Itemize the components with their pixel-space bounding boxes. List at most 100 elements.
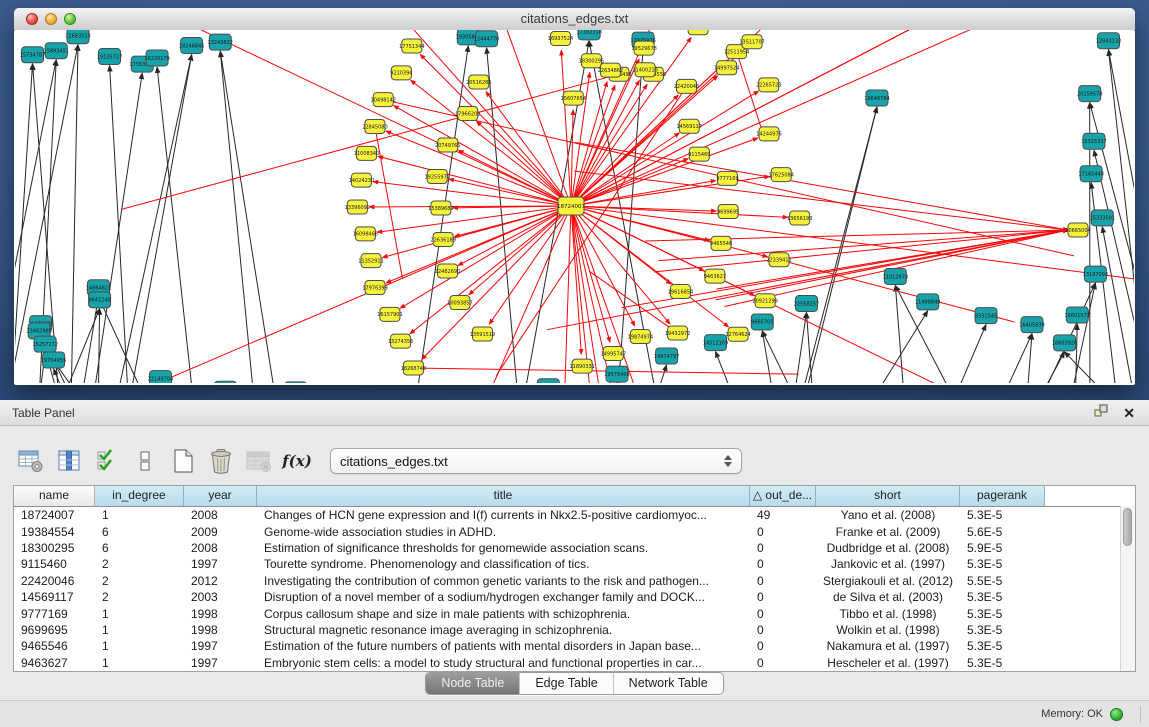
cell-title: Embryonic stem cells: a model to study s… — [257, 656, 750, 670]
svg-text:13656193: 13656193 — [787, 216, 812, 222]
table-row[interactable]: 1938455462009Genome-wide association stu… — [14, 523, 1135, 539]
table-row[interactable]: 911546021997Tourette syndrome. Phenomeno… — [14, 556, 1135, 572]
column-header-title[interactable]: title — [257, 486, 750, 506]
svg-text:11012878: 11012878 — [883, 274, 908, 280]
svg-text:13396092: 13396092 — [345, 205, 370, 211]
svg-text:22636189: 22636189 — [430, 237, 455, 243]
svg-text:16937524: 16937524 — [548, 36, 573, 42]
citation-network-graph[interactable]: 1573478715893451116835131913572717553959… — [15, 30, 1134, 383]
window-close-button[interactable] — [26, 13, 38, 25]
cell-name: 9463627 — [14, 656, 95, 670]
memory-ok-indicator — [1110, 708, 1123, 721]
cell-short: Tibbo et al. (1998) — [816, 607, 960, 621]
cell-out_degree: 0 — [750, 525, 816, 539]
cell-in_degree: 1 — [95, 607, 184, 621]
row-height-icon[interactable] — [130, 446, 160, 476]
svg-text:17625084: 17625084 — [768, 172, 793, 178]
svg-text:22420046: 22420046 — [674, 84, 699, 90]
column-header-year[interactable]: year — [184, 486, 257, 506]
svg-text:14664821: 14664821 — [86, 286, 111, 292]
cell-year: 2008 — [184, 508, 257, 522]
svg-text:11008340: 11008340 — [354, 151, 379, 157]
function-builder-icon[interactable]: f(x) — [282, 446, 312, 476]
network-view-desktop: citations_edges.txt 15734787158934511168… — [0, 0, 1149, 400]
cell-title: Changes of HCN gene expression and I(f) … — [257, 508, 750, 522]
svg-text:22634862: 22634862 — [598, 68, 623, 74]
table-row[interactable]: 946554611997Estimation of the future num… — [14, 638, 1135, 654]
table-row[interactable]: 1872400712008Changes of HCN gene express… — [14, 507, 1135, 523]
table-scrollbar[interactable] — [1120, 506, 1135, 671]
table-row[interactable]: 1456911722003Disruption of a novel membe… — [14, 589, 1135, 605]
svg-text:18724007: 18724007 — [557, 204, 585, 210]
column-header-out_degree[interactable]: △ out_de... — [750, 486, 816, 506]
svg-text:19529678: 19529678 — [631, 46, 656, 52]
table-row[interactable]: 977716911998Corpus callosum shape and si… — [14, 605, 1135, 621]
table-settings-icon[interactable] — [16, 446, 46, 476]
svg-text:20921299: 20921299 — [752, 298, 777, 304]
window-title: citations_edges.txt — [14, 8, 1135, 30]
svg-text:18246845: 18246845 — [179, 43, 204, 49]
table-panel-header: Table Panel ✕ — [0, 400, 1149, 426]
cell-year: 1998 — [184, 623, 257, 637]
table-row[interactable]: 946362711997Embryonic stem cells: a mode… — [14, 655, 1135, 671]
column-header-short[interactable]: short — [816, 486, 960, 506]
network-window[interactable]: citations_edges.txt 15734787158934511168… — [14, 8, 1135, 385]
tab-network-table[interactable]: Network Table — [613, 673, 723, 694]
network-canvas[interactable]: 1573478715893451116835131913572717553959… — [15, 30, 1134, 383]
svg-text:21400218: 21400218 — [632, 68, 657, 74]
cell-pagerank: 5.3E-5 — [960, 557, 1045, 571]
cell-in_degree: 1 — [95, 623, 184, 637]
table-row[interactable]: 1830029562008Estimation of significance … — [14, 540, 1135, 556]
window-minimize-button[interactable] — [45, 13, 57, 25]
float-panel-icon[interactable] — [1094, 400, 1109, 426]
svg-text:15389689: 15389689 — [428, 206, 453, 212]
table-row[interactable]: 969969511998Structural magnetic resonanc… — [14, 622, 1135, 638]
cell-pagerank: 5.3E-5 — [960, 590, 1045, 604]
table-selector-dropdown[interactable]: citations_edges.txt — [330, 448, 742, 474]
cell-short: de Silva et al. (2003) — [816, 590, 960, 604]
cell-pagerank: 5.6E-5 — [960, 525, 1045, 539]
svg-text:19874974: 19874974 — [628, 334, 653, 340]
cell-name: 9465546 — [14, 639, 95, 653]
svg-text:16157901: 16157901 — [377, 312, 402, 318]
column-header-name[interactable]: name — [14, 486, 95, 506]
cell-name: 18724007 — [14, 508, 95, 522]
cell-year: 1997 — [184, 656, 257, 670]
svg-text:22149704: 22149704 — [148, 376, 173, 382]
svg-text:10498142: 10498142 — [371, 97, 396, 103]
svg-text:12764624: 12764624 — [725, 332, 750, 338]
cell-in_degree: 1 — [95, 508, 184, 522]
tab-edge-table[interactable]: Edge Table — [519, 673, 612, 694]
svg-text:19255970: 19255970 — [425, 174, 450, 180]
scrollbar-thumb[interactable] — [1123, 508, 1132, 546]
column-header-pagerank[interactable]: pagerank — [960, 486, 1045, 506]
status-bar: Memory: OK — [0, 700, 1149, 727]
select-rows-icon[interactable] — [92, 446, 122, 476]
svg-text:22482690: 22482690 — [435, 269, 460, 275]
cell-in_degree: 1 — [95, 656, 184, 670]
cell-out_degree: 0 — [750, 574, 816, 588]
cell-pagerank: 5.9E-5 — [960, 541, 1045, 555]
cell-out_degree: 0 — [750, 541, 816, 555]
svg-text:12444770: 12444770 — [474, 37, 499, 43]
svg-text:10093857: 10093857 — [447, 300, 472, 306]
table-body: 1872400712008Changes of HCN gene express… — [14, 507, 1135, 671]
svg-text:18268748: 18268748 — [401, 366, 426, 372]
window-zoom-button[interactable] — [64, 13, 76, 25]
window-titlebar[interactable]: citations_edges.txt — [14, 8, 1135, 31]
svg-text:17165448: 17165448 — [1078, 172, 1103, 178]
table-row[interactable]: 2242004622012Investigating the contribut… — [14, 573, 1135, 589]
svg-text:13591519: 13591519 — [470, 332, 495, 338]
column-header-in_degree[interactable]: in_degree — [95, 486, 184, 506]
svg-text:12511954: 12511954 — [724, 49, 749, 55]
show-column-icon[interactable] — [54, 446, 84, 476]
svg-text:9465546: 9465546 — [710, 241, 732, 247]
new-column-icon[interactable] — [168, 446, 198, 476]
svg-text:19704955: 19704955 — [41, 358, 66, 364]
delete-table-icon — [244, 446, 274, 476]
cell-title: Investigating the contribution of common… — [257, 574, 750, 588]
delete-column-icon[interactable] — [206, 446, 236, 476]
cell-pagerank: 5.3E-5 — [960, 639, 1045, 653]
close-panel-icon[interactable]: ✕ — [1123, 406, 1135, 420]
tab-node-table[interactable]: Node Table — [426, 673, 519, 694]
